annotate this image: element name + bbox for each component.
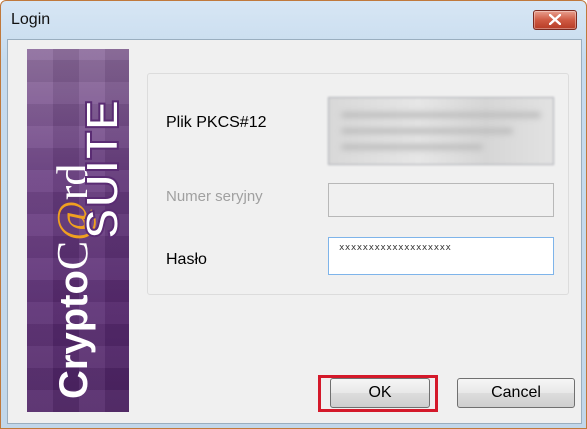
close-button[interactable] (533, 10, 577, 30)
close-icon (549, 14, 561, 25)
serial-number-field[interactable] (328, 183, 554, 217)
title-bar[interactable]: Login (1, 1, 586, 39)
dialog-content: CryptoC@rd SUITE Plik PKCS#12 Numer sery… (7, 39, 582, 424)
pkcs-file-field[interactable] (328, 97, 554, 165)
pkcs-file-label: Plik PKCS#12 (166, 114, 267, 131)
cryptocard-suite-logo: CryptoC@rd SUITE (27, 49, 129, 412)
login-dialog: Login CryptoC@rd SUITE Plik PKCS#12 Nume… (0, 0, 587, 429)
cancel-button[interactable]: Cancel (457, 378, 575, 408)
password-label: Hasło (166, 251, 207, 268)
window-title: Login (11, 11, 51, 28)
password-value: xxxxxxxxxxxxxxxxxxx (339, 243, 452, 253)
brand-suite: SUITE (75, 98, 129, 240)
serial-number-label: Numer seryjny (166, 188, 263, 205)
password-field[interactable]: xxxxxxxxxxxxxxxxxxx (328, 237, 554, 275)
ok-button[interactable]: OK (330, 378, 430, 408)
